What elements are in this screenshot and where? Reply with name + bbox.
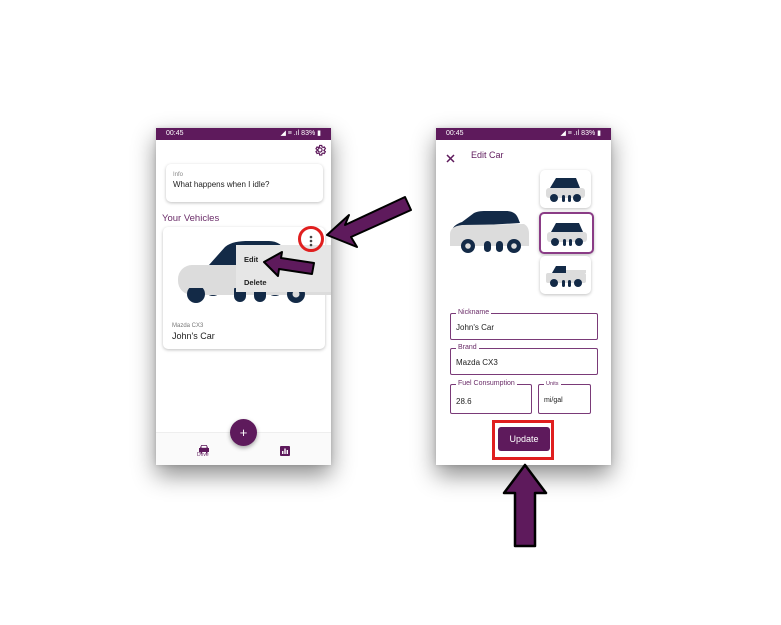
info-question: What happens when I idle? [173,180,270,189]
status-time: 00:45 [166,130,184,137]
right-phone-screen: 00:45 ◢ ≡ .ıl 83% ▮ Edit Car Nickname Jo… [436,128,611,465]
car-option-2-selected[interactable] [539,212,594,254]
fuel-consumption-label: Fuel Consumption [456,380,517,388]
nickname-value: John's Car [456,323,494,332]
status-icons: ◢ ≡ .ıl 83% ▮ [280,130,321,137]
section-title: Your Vehicles [162,213,220,224]
vehicle-brand: Mazda CX3 [172,323,204,329]
close-icon[interactable] [446,150,455,163]
bar-chart-icon[interactable] [280,443,290,456]
status-bar: 00:45 ◢ ≡ .ıl 83% ▮ [156,128,331,140]
status-bar: 00:45 ◢ ≡ .ıl 83% ▮ [436,128,611,140]
brand-field[interactable]: Brand Mazda CX3 [450,344,598,375]
nickname-label: Nickname [456,309,492,317]
nav-drive-label[interactable]: Drive [197,452,209,458]
add-vehicle-fab[interactable]: + [230,419,257,446]
brand-value: Mazda CX3 [456,358,498,367]
gear-icon[interactable] [313,143,327,157]
left-phone-screen: 00:45 ◢ ≡ .ıl 83% ▮ Info What happens wh… [156,128,331,465]
arrow-to-menu-icon [326,196,412,248]
arrow-to-edit-icon [263,251,315,277]
plus-icon: + [239,425,248,440]
fuel-consumption-value: 28.6 [456,397,472,406]
menu-item-edit[interactable]: Edit [244,255,258,264]
page-title: Edit Car [471,150,504,160]
info-label: Info [173,172,184,178]
car-icon[interactable] [198,441,210,454]
status-icons: ◢ ≡ .ıl 83% ▮ [560,130,601,137]
car-option-1-icon [546,178,585,202]
nickname-field[interactable]: Nickname John's Car [450,309,598,340]
car-option-3-icon [546,266,586,287]
highlight-circle [298,226,324,252]
info-card[interactable]: Info What happens when I idle? [166,164,323,202]
status-time: 00:45 [446,130,464,137]
car-option-3[interactable] [540,256,591,294]
units-value: mi/gal [544,397,563,404]
units-label: Units [544,380,561,388]
arrow-up-icon [502,463,548,548]
car-option-2-icon [547,223,587,246]
fuel-consumption-field[interactable]: Fuel Consumption 28.6 [450,380,532,414]
brand-label: Brand [456,344,479,352]
car-option-1[interactable] [540,170,591,208]
selected-car-image [450,211,529,253]
units-select[interactable]: Units mi/gal [538,380,591,414]
highlight-rectangle [492,420,554,460]
vehicle-nickname: John's Car [172,331,215,341]
